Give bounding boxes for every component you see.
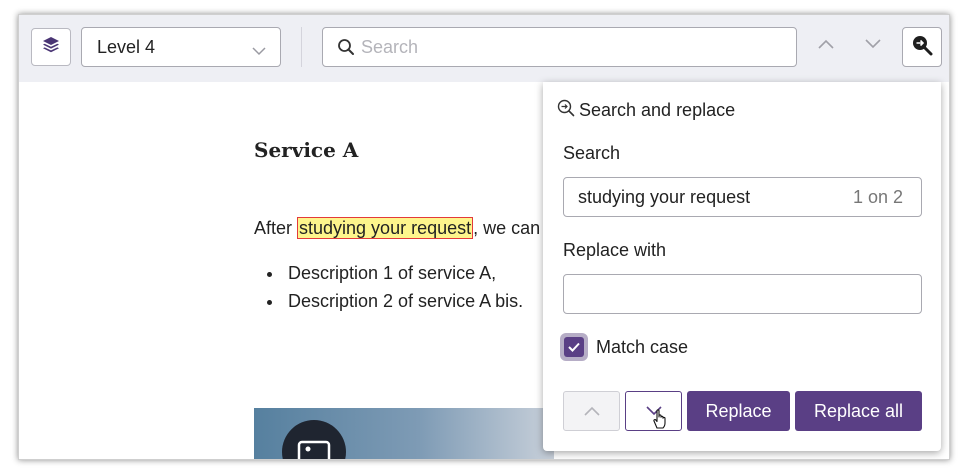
- check-icon: [567, 337, 581, 358]
- level-select[interactable]: Level 4: [81, 27, 281, 67]
- layers-icon: [41, 35, 61, 60]
- section-heading: Service A: [254, 138, 359, 162]
- paragraph-text: After: [254, 218, 298, 238]
- match-counter: 1 on 2: [852, 186, 903, 207]
- paragraph-text: , we can: [473, 218, 541, 238]
- previous-result-button[interactable]: [815, 35, 837, 57]
- replace-all-button[interactable]: Replace all: [795, 391, 922, 431]
- chevron-up-icon: [817, 37, 835, 55]
- search-replace-panel: Search and replace Search studying your …: [543, 82, 941, 451]
- image-icon: [297, 440, 331, 459]
- search-text-value: studying your request: [578, 186, 751, 207]
- hand-cursor-icon: [651, 408, 669, 435]
- content-image[interactable]: [254, 408, 554, 459]
- search-replace-icon: [557, 99, 575, 122]
- level-select-value: Level 4: [97, 36, 156, 57]
- match-case-checkbox[interactable]: [560, 333, 588, 361]
- search-input[interactable]: [361, 36, 761, 58]
- search-replace-icon: [911, 34, 933, 61]
- panel-title-text: Search and replace: [579, 100, 736, 120]
- search-icon: [337, 38, 355, 56]
- list-item: Description 2 of service A bis.: [284, 287, 523, 315]
- toolbar: Level 4: [19, 15, 949, 82]
- chevron-up-icon: [583, 401, 601, 422]
- match-case-label: Match case: [596, 336, 689, 357]
- app-window: Level 4 Servi: [18, 14, 950, 460]
- toolbar-divider: [301, 27, 302, 67]
- panel-title: Search and replace: [557, 99, 735, 122]
- next-result-button[interactable]: [862, 35, 884, 57]
- replace-text-field[interactable]: [563, 274, 922, 314]
- layers-button[interactable]: [31, 28, 71, 66]
- replace-button[interactable]: Replace: [687, 391, 790, 431]
- search-field[interactable]: [322, 27, 797, 67]
- match-case-option[interactable]: Match case: [560, 333, 688, 361]
- image-icon-badge: [282, 420, 346, 459]
- search-label: Search: [563, 143, 621, 163]
- chevron-down-icon: [864, 37, 882, 55]
- search-text-field[interactable]: studying your request 1 on 2: [563, 177, 922, 217]
- bullet-list: Description 1 of service A, Description …: [284, 259, 523, 315]
- search-highlight: studying your request: [297, 217, 474, 239]
- checkbox-fill: [564, 337, 584, 357]
- search-replace-toggle-button[interactable]: [902, 27, 942, 67]
- previous-match-button[interactable]: [563, 391, 620, 431]
- chevron-down-icon: [252, 41, 266, 62]
- replace-label: Replace with: [563, 240, 667, 260]
- list-item: Description 1 of service A,: [284, 259, 523, 287]
- paragraph: After studying your request, we can: [254, 217, 541, 239]
